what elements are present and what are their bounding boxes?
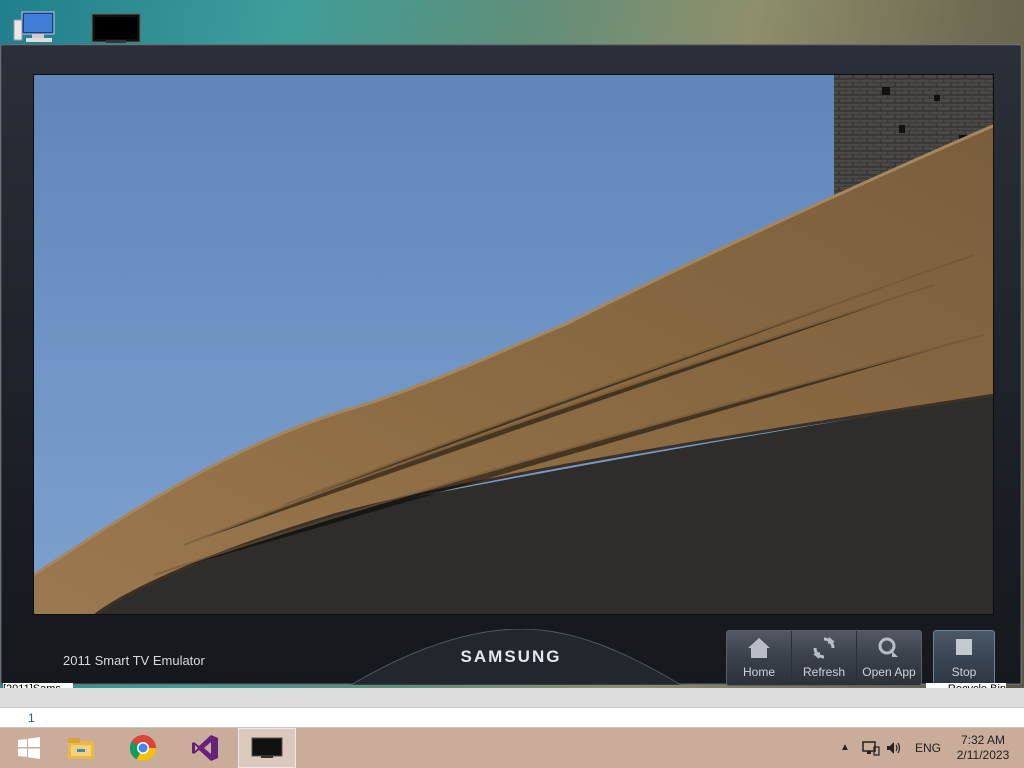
stop-label: Stop — [951, 665, 977, 679]
tv-emulator-icon — [251, 737, 283, 758]
samsung-brand-plate: SAMSUNG — [349, 628, 683, 686]
refresh-label: Refresh — [802, 665, 846, 679]
stop-button[interactable]: Stop — [933, 630, 995, 686]
emulator-title: 2011 Smart TV Emulator — [63, 653, 205, 668]
refresh-button[interactable]: Refresh — [792, 631, 857, 685]
home-icon — [748, 638, 770, 658]
computer-desktop-icon[interactable] — [10, 6, 66, 46]
start-icon — [18, 737, 40, 759]
file-explorer-icon — [68, 738, 94, 759]
strip-top-bar — [0, 688, 1024, 708]
open-app-button[interactable]: Open App — [857, 631, 921, 685]
tv-screen[interactable] — [33, 74, 994, 615]
start-button[interactable] — [0, 728, 58, 768]
chrome-taskbar-button[interactable] — [114, 728, 172, 768]
tv-emulator-desktop-icon[interactable] — [88, 6, 144, 46]
clock-date: 2/11/2023 — [956, 748, 1010, 762]
volume-icon[interactable] — [885, 740, 903, 756]
visual-studio-icon — [192, 735, 218, 761]
taskbar: ▲ ENG 7:32 AM 2/11/2023 — [0, 728, 1024, 768]
open-app-icon — [878, 637, 898, 657]
text-input-field[interactable]: 1 — [0, 708, 1024, 728]
clock[interactable]: 7:32 AM 2/11/2023 — [948, 733, 1018, 763]
home-button[interactable]: Home — [727, 631, 792, 685]
home-label: Home — [742, 665, 775, 679]
file-explorer-taskbar-button[interactable] — [52, 728, 110, 768]
emulator-window: 2011 Smart TV Emulator SAMSUNG Home Refr… — [0, 44, 1022, 686]
visual-studio-taskbar-button[interactable] — [176, 728, 234, 768]
chrome-icon — [129, 735, 157, 762]
show-hidden-icons-icon[interactable]: ▲ — [840, 742, 850, 753]
clock-time: 7:32 AM — [960, 733, 1006, 747]
scenery-image — [34, 75, 993, 614]
network-icon[interactable] — [862, 740, 880, 756]
emulator-controls: Home Refresh Open App — [726, 630, 922, 686]
samsung-logo: SAMSUNG — [460, 647, 562, 666]
open-app-label: Open App — [862, 665, 916, 679]
text-strip: 1 — [0, 688, 1024, 728]
tv-emulator-taskbar-button[interactable] — [238, 728, 296, 768]
language-indicator[interactable]: ENG — [915, 741, 941, 755]
stop-icon — [956, 639, 972, 655]
refresh-icon — [813, 637, 835, 659]
